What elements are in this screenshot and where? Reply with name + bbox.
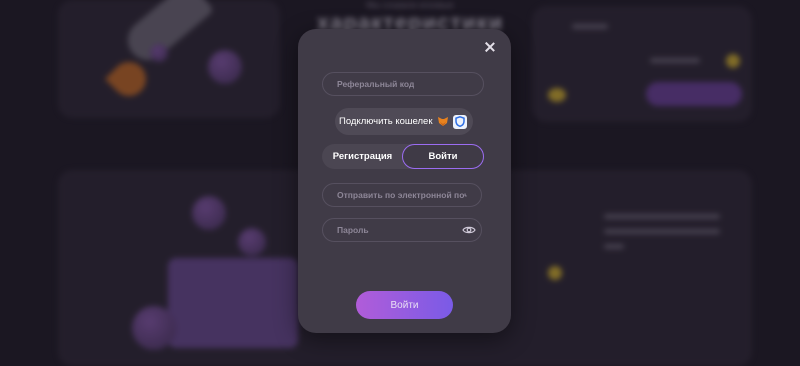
connect-wallet-label: Подключить кошелек bbox=[339, 116, 433, 127]
email-placeholder: Отправить по электронной почте bbox=[337, 190, 467, 200]
connect-wallet-button[interactable]: Подключить кошелек bbox=[335, 108, 473, 135]
bg-line bbox=[604, 229, 720, 234]
bg-subheading: Мы создали игровые bbox=[366, 0, 454, 8]
bg-orb bbox=[192, 196, 226, 230]
eye-icon[interactable] bbox=[461, 224, 477, 236]
login-submit-button[interactable]: Войти bbox=[356, 291, 453, 319]
bg-coin bbox=[548, 88, 566, 102]
tab-login[interactable]: Войти bbox=[402, 144, 484, 169]
auth-tabs: Регистрация Войти bbox=[322, 144, 484, 169]
bg-line bbox=[572, 24, 608, 29]
auth-modal: Реферальный код Подключить кошелек Регис… bbox=[298, 29, 511, 333]
password-field[interactable]: Пароль bbox=[322, 218, 482, 242]
bg-orb bbox=[208, 50, 242, 84]
tab-register[interactable]: Регистрация bbox=[322, 144, 403, 169]
bg-line bbox=[604, 214, 720, 219]
bg-coin bbox=[726, 54, 740, 68]
bg-button bbox=[646, 82, 742, 106]
bg-orb bbox=[238, 228, 266, 256]
bg-orb bbox=[150, 44, 168, 62]
email-field[interactable]: Отправить по электронной почте bbox=[322, 183, 482, 207]
bg-line bbox=[604, 244, 624, 249]
referral-code-field[interactable]: Реферальный код bbox=[322, 72, 484, 96]
close-icon[interactable] bbox=[485, 42, 495, 52]
shield-icon bbox=[453, 114, 468, 129]
password-placeholder: Пароль bbox=[337, 225, 369, 235]
fox-icon bbox=[436, 116, 450, 128]
bg-illustration bbox=[168, 258, 298, 348]
bg-line bbox=[650, 58, 700, 63]
referral-code-placeholder: Реферальный код bbox=[337, 79, 415, 89]
bg-coin bbox=[548, 266, 562, 280]
bg-orb bbox=[132, 306, 176, 350]
